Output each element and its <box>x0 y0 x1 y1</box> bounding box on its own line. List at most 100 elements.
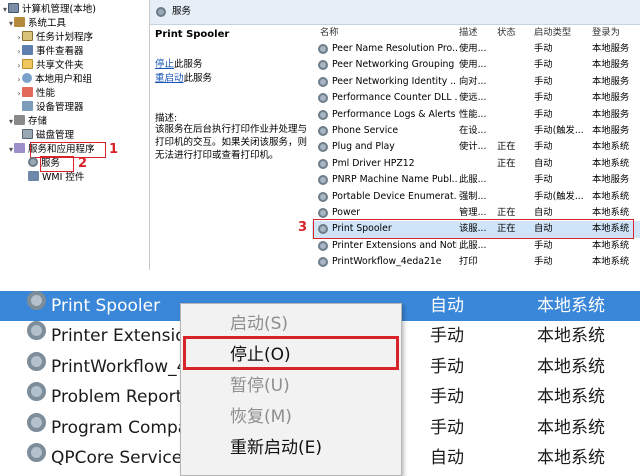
gear-icon <box>27 291 46 310</box>
tree-shared-folders[interactable]: 共享文件夹 <box>22 59 84 73</box>
service-startup-cell: 手动 <box>534 141 553 153</box>
service-row[interactable]: PNRP Machine Name Publ... 此服... 手动 本地服务 <box>312 172 640 188</box>
stop-service-line: 停止此服务 <box>155 59 203 70</box>
service-startup-cell: 手动 <box>534 108 553 120</box>
gear-icon <box>318 76 328 87</box>
tree-root[interactable]: 计算机管理(本地) <box>8 3 96 17</box>
tree-performance[interactable]: 性能 <box>22 87 55 101</box>
service-row[interactable]: Printer Extensions and Noti... 此服... 手动 本地系… <box>312 238 640 254</box>
service-row[interactable]: PrintWorkflow_4eda21e 打印 手动 本地系统 <box>312 254 640 270</box>
services-panel-header: 服务 <box>150 0 640 25</box>
service-desc-cell: 强制... <box>459 190 487 202</box>
service-row[interactable]: Portable Device Enumerat... 强制... 手动(触发...… <box>312 189 640 205</box>
wmi-icon <box>28 171 39 181</box>
tree-device-manager[interactable]: 设备管理器 <box>22 101 84 115</box>
description-text: 该服务在后台执行打印作业并处理与打印机的交互。如果关闭该服务，则无法进行打印或查… <box>155 124 308 161</box>
tools-icon <box>14 17 25 27</box>
service-desc-cell: 使用... <box>459 43 487 54</box>
zoomed-startup-cell: 自动 <box>430 296 464 316</box>
service-logon-cell: 本地系统 <box>592 190 630 202</box>
zoomed-logon-cell: 本地系统 <box>537 356 605 377</box>
menu-item-restart[interactable]: 重新启动(E) <box>181 433 401 463</box>
column-header-startup-type[interactable]: 启动类型 <box>534 25 571 40</box>
service-row[interactable]: Phone Service 在设... 手动(触发... 本地服务 <box>312 123 640 139</box>
service-startup-cell: 手动 <box>534 239 553 251</box>
service-startup-cell: 自动 <box>534 157 553 169</box>
annotation-box-print-spooler <box>313 219 634 239</box>
tree-local-users[interactable]: 本地用户和组 <box>22 73 92 87</box>
service-status-cell: 正在 <box>497 157 516 169</box>
gear-icon <box>318 60 328 71</box>
service-desc-cell: 向对... <box>459 75 487 87</box>
zoomed-startup-cell: 自动 <box>430 448 464 468</box>
gear-icon <box>318 109 328 120</box>
service-row[interactable]: Plug and Play 使计... 正在 手动 本地系统 <box>312 139 640 155</box>
service-description-pane: Print Spooler 停止此服务 重启动此服务 描述: 该服务在后台执行打… <box>150 25 310 270</box>
column-header-name[interactable]: 名称 <box>320 25 339 40</box>
service-status-cell: 正在 <box>497 141 516 153</box>
service-desc-cell: 此服... <box>459 239 487 251</box>
services-apps-icon <box>14 143 25 153</box>
service-row[interactable]: Peer Networking Grouping 使用... 手动 本地服务 <box>312 57 640 73</box>
zoomed-name-cell: QPCore Service <box>51 448 183 468</box>
service-name-cell: Performance Logs & Alerts <box>332 108 456 120</box>
zoomed-logon-cell: 本地系统 <box>537 296 605 316</box>
gear-icon <box>318 257 328 268</box>
service-startup-cell: 手动 <box>534 92 553 104</box>
gear-icon <box>27 412 46 432</box>
service-row[interactable]: Performance Counter DLL ... 使远... 手动 本地服务 <box>312 90 640 106</box>
service-name-cell: Portable Device Enumerat... <box>332 190 457 202</box>
gear-icon <box>318 93 328 104</box>
gear-icon <box>318 44 328 54</box>
tree-disk-management[interactable]: 磁盘管理 <box>22 129 74 143</box>
gear-icon <box>156 7 166 17</box>
service-logon-cell: 本地服务 <box>592 92 630 104</box>
menu-item-start[interactable]: 启动(S) <box>181 309 401 339</box>
service-name-cell: Performance Counter DLL ... <box>332 92 457 104</box>
service-name-cell: Phone Service <box>332 125 399 136</box>
selected-service-title: Print Spooler <box>155 29 230 40</box>
storage-icon <box>14 115 25 125</box>
gear-icon <box>318 191 328 202</box>
column-header-description[interactable]: 描述 <box>459 25 478 40</box>
menu-item-pause[interactable]: 暂停(U) <box>181 371 401 401</box>
tree-task-scheduler[interactable]: 任务计划程序 <box>22 31 93 45</box>
column-header-logon-as[interactable]: 登录为 <box>592 25 620 40</box>
zoomed-startup-cell: 手动 <box>430 417 464 438</box>
gear-icon <box>27 321 46 341</box>
service-row[interactable]: Peer Name Resolution Pro... 使用... 手动 本地服务 <box>312 41 640 57</box>
zoomed-name-cell: Problem Reports <box>51 387 192 408</box>
annotation-box-services <box>40 156 74 172</box>
gear-icon <box>27 351 46 371</box>
service-row[interactable]: Pml Driver HPZ12 正在 自动 本地系统 <box>312 156 640 172</box>
service-name-cell: PrintWorkflow_4eda21e <box>332 256 442 268</box>
service-desc-cell: 此服... <box>459 174 487 186</box>
device-manager-icon <box>22 101 33 111</box>
service-desc-cell: 使用... <box>459 59 487 71</box>
service-name-cell: Pml Driver HPZ12 <box>332 157 415 169</box>
performance-icon <box>22 87 33 97</box>
restart-service-link[interactable]: 重启动 <box>155 73 184 84</box>
zoomed-name-cell: Print Spooler <box>51 296 161 316</box>
zoomed-logon-cell: 本地系统 <box>537 448 605 468</box>
column-header-status[interactable]: 状态 <box>497 25 516 40</box>
stop-service-link[interactable]: 停止 <box>155 59 174 70</box>
gear-icon <box>27 443 46 462</box>
zoomed-startup-cell: 手动 <box>430 356 464 377</box>
tree-event-viewer[interactable]: 事件查看器 <box>22 45 84 59</box>
tree-storage[interactable]: 存储 <box>14 115 47 129</box>
service-desc-cell: 在设... <box>459 125 487 136</box>
service-desc-cell: 使远... <box>459 92 487 104</box>
service-startup-cell: 手动 <box>534 43 553 54</box>
menu-item-resume[interactable]: 恢复(M) <box>181 402 401 432</box>
tree-system-tools[interactable]: 系统工具 <box>14 17 66 31</box>
service-name-cell: Printer Extensions and Noti... <box>332 239 457 251</box>
service-row[interactable]: Peer Networking Identity ... 向对... 手动 本地服务 <box>312 74 640 90</box>
gear-icon <box>318 142 328 153</box>
zoomed-startup-cell: 手动 <box>430 326 464 347</box>
service-row[interactable]: Performance Logs & Alerts 性能... 手动 本地服务 <box>312 107 640 123</box>
clock-icon <box>22 31 33 41</box>
tree-wmi-control[interactable]: WMI 控件 <box>28 171 84 185</box>
annotation-box-stop <box>183 336 399 370</box>
computer-management-window: ▾ 计算机管理(本地) ▾ 系统工具 › 任务计划程序 › 事件查看器 › 共享… <box>0 0 640 270</box>
